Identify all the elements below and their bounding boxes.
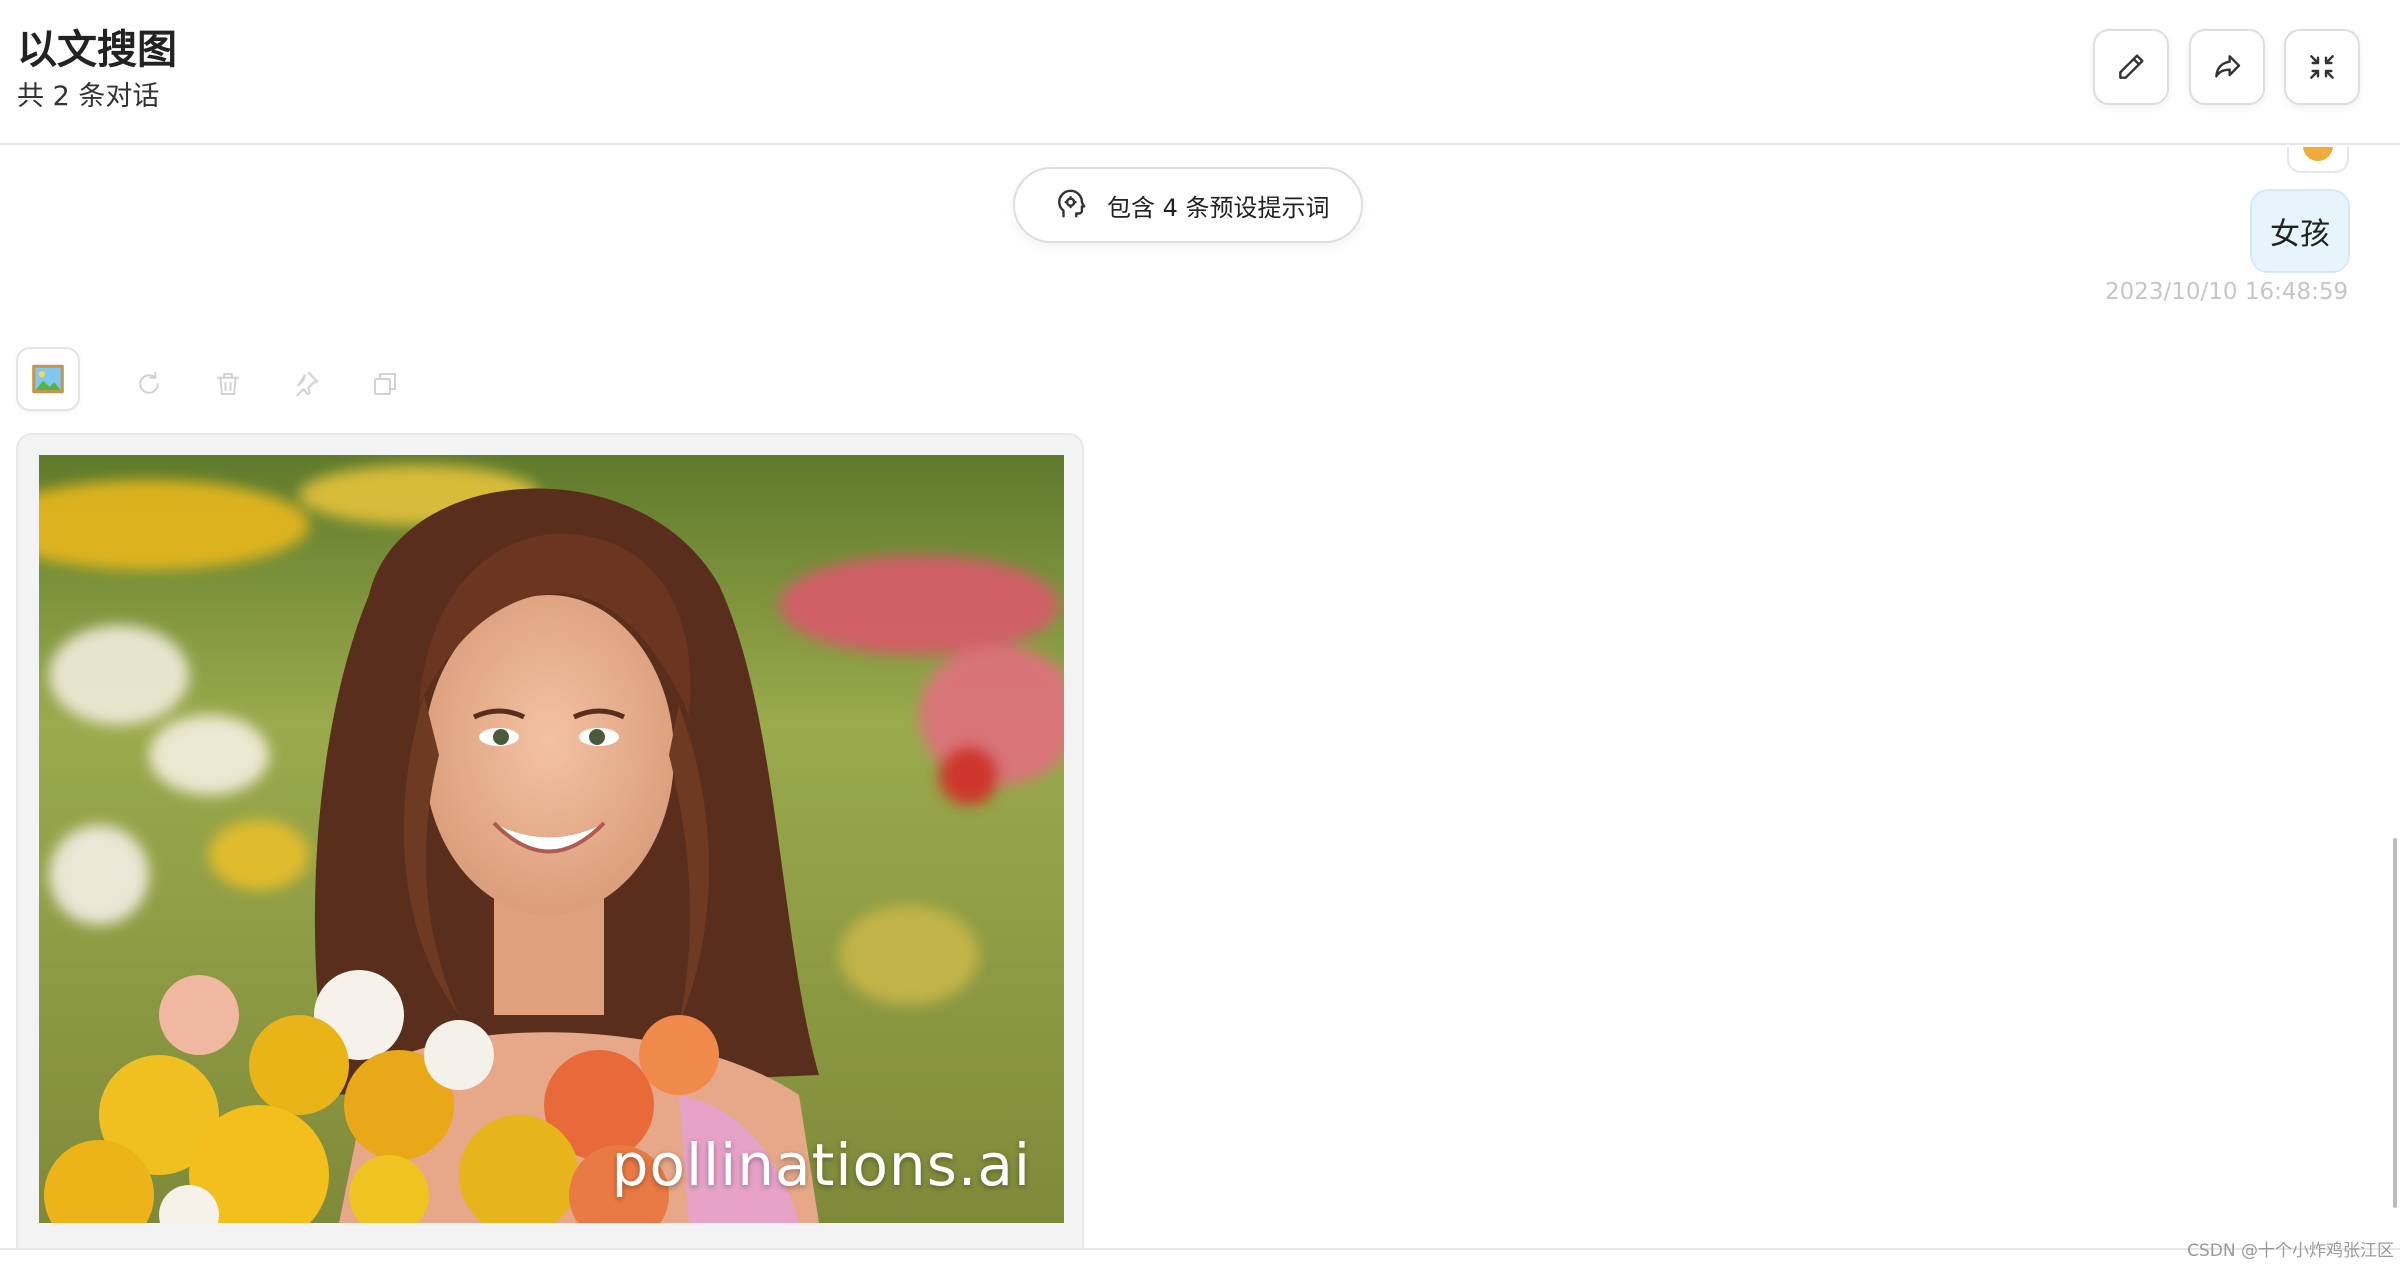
pencil-icon <box>2119 54 2144 79</box>
chat-window: 以文搜图 共 2 条对话 包含 4 条预设提示词 女孩 2023/10/10 1… <box>0 0 2400 1268</box>
share-button[interactable] <box>2189 29 2265 105</box>
pin-icon <box>296 371 319 397</box>
bot-message-bubble: pollinations.ai <box>16 433 1084 1248</box>
emoji-avatar-icon <box>2303 147 2333 161</box>
copy-icon <box>374 373 396 395</box>
delete-icon <box>217 373 239 395</box>
chat-header: 以文搜图 共 2 条对话 <box>0 0 2400 145</box>
picture-frame-icon <box>32 364 64 394</box>
generated-image[interactable]: pollinations.ai <box>39 455 1064 1223</box>
user-avatar <box>2287 147 2349 173</box>
page-title: 以文搜图 <box>17 27 177 73</box>
footer-credit: CSDN @十个小炸鸡张江区 <box>2187 1241 2394 1261</box>
watermark-text: pollinations.ai <box>611 1131 1031 1199</box>
regenerate-button[interactable] <box>132 367 166 401</box>
refresh-icon <box>139 371 159 394</box>
pin-button[interactable] <box>289 367 323 401</box>
user-message-bubble[interactable]: 女孩 <box>2250 189 2350 273</box>
copy-button[interactable] <box>368 367 402 401</box>
delete-button[interactable] <box>211 367 245 401</box>
divider <box>0 1248 2400 1250</box>
preset-prompts-label: 包含 4 条预设提示词 <box>1107 193 1330 222</box>
generated-photo <box>39 455 1064 1223</box>
share-arrow-icon <box>2215 55 2241 78</box>
conversation-count: 共 2 条对话 <box>17 81 160 112</box>
edit-button[interactable] <box>2093 29 2169 105</box>
brain-head-icon <box>1058 189 1086 218</box>
preset-prompts-button[interactable]: 包含 4 条预设提示词 <box>1013 167 1363 243</box>
collapse-button[interactable] <box>2284 29 2360 105</box>
scrollbar-thumb[interactable] <box>2393 838 2397 1208</box>
collapse-arrows-icon <box>2310 55 2334 79</box>
message-timestamp: 2023/10/10 16:48:59 <box>2105 279 2349 305</box>
bot-avatar <box>16 347 80 411</box>
message-list[interactable]: 包含 4 条预设提示词 女孩 2023/10/10 16:48:59 polli… <box>0 147 2400 1248</box>
